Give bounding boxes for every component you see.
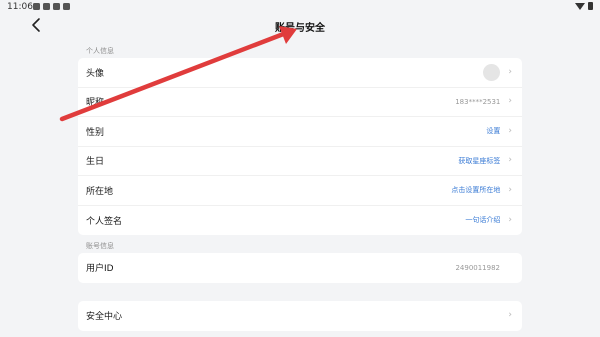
row-value: 设置 bbox=[486, 127, 501, 136]
account-info-card: 用户ID 2490011982 bbox=[78, 253, 522, 283]
notification-icon bbox=[53, 3, 60, 10]
row-label: 生日 bbox=[86, 157, 105, 168]
system-icons bbox=[575, 2, 593, 10]
personal-info-card: 头像 › 昵称 183****2531 › 性别 设置 › 生日 获取星座标签 … bbox=[78, 58, 522, 235]
row-gender[interactable]: 性别 设置 › bbox=[78, 117, 522, 147]
row-user-id[interactable]: 用户ID 2490011982 bbox=[78, 253, 522, 283]
chevron-right-icon: › bbox=[508, 184, 512, 195]
row-nickname[interactable]: 昵称 183****2531 › bbox=[78, 88, 522, 117]
wifi-icon bbox=[575, 2, 585, 10]
notification-icons bbox=[33, 3, 70, 10]
chevron-right-icon: › bbox=[508, 214, 512, 225]
row-value: 点击设置所在地 bbox=[451, 186, 501, 195]
row-avatar[interactable]: 头像 › bbox=[78, 58, 522, 88]
chevron-right-icon: › bbox=[508, 310, 512, 321]
section-label-personal: 个人信息 bbox=[86, 47, 114, 55]
row-security-center[interactable]: 安全中心 › bbox=[78, 301, 522, 331]
page-title: 账号与安全 bbox=[275, 23, 325, 34]
row-label: 用户ID bbox=[86, 264, 114, 275]
security-card: 安全中心 › bbox=[78, 301, 522, 331]
row-location[interactable]: 所在地 点击设置所在地 › bbox=[78, 176, 522, 206]
chevron-right-icon: › bbox=[508, 96, 512, 107]
row-label: 所在地 bbox=[86, 186, 114, 197]
section-label-account: 账号信息 bbox=[86, 242, 114, 250]
status-bar: 11:06 bbox=[0, 0, 600, 14]
row-label: 昵称 bbox=[86, 98, 105, 109]
chevron-right-icon: › bbox=[508, 125, 512, 136]
avatar bbox=[483, 63, 501, 81]
row-label: 个人签名 bbox=[86, 216, 123, 227]
row-label: 安全中心 bbox=[86, 312, 123, 323]
row-value: 获取星座标签 bbox=[458, 156, 501, 165]
row-label: 头像 bbox=[86, 68, 105, 79]
status-time: 11:06 bbox=[7, 2, 33, 12]
notification-icon bbox=[63, 3, 70, 10]
notification-icon bbox=[33, 3, 40, 10]
chevron-right-icon: › bbox=[508, 155, 512, 166]
chevron-right-icon: › bbox=[508, 66, 512, 77]
row-signature[interactable]: 个人签名 一句话介绍 › bbox=[78, 206, 522, 236]
row-value: 一句话介绍 bbox=[465, 216, 501, 225]
row-value: 183****2531 bbox=[455, 97, 501, 106]
user-id-value: 2490011982 bbox=[455, 263, 500, 272]
row-label: 性别 bbox=[86, 127, 105, 138]
row-birthday[interactable]: 生日 获取星座标签 › bbox=[78, 147, 522, 176]
battery-icon bbox=[588, 2, 593, 10]
notification-icon bbox=[43, 3, 50, 10]
